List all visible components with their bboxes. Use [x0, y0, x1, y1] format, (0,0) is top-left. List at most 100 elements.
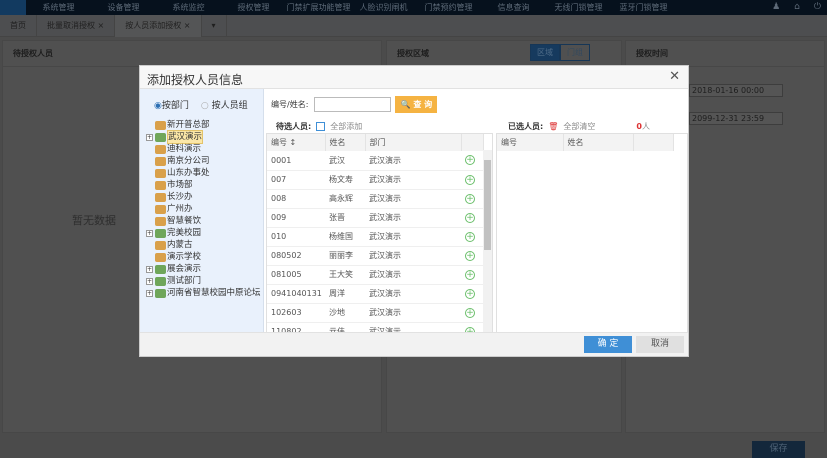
group-icon [155, 264, 166, 274]
candidate-table: 编号 ↕ 姓名 部门 0001 武汉 武汉演示 +007 杨文寿 武汉演示 +008 高永辉 武汉演… [266, 133, 493, 333]
table-row: 081005 王大笑 武汉演示 + [267, 265, 483, 285]
people-icon [155, 192, 166, 202]
table-scrollbar[interactable] [483, 150, 492, 333]
col-name: 姓名 [563, 134, 634, 151]
table-row: 008 高永辉 武汉演示 + [267, 189, 483, 209]
radio-by-group[interactable]: ○ 按人员组 [201, 98, 248, 119]
table-row: 080502 丽丽李 武汉演示 + [267, 246, 483, 266]
nav-item[interactable]: 无线门锁管理 [546, 2, 611, 13]
expand-icon[interactable]: + [146, 229, 153, 237]
seg-door-group[interactable]: 门组 [560, 44, 590, 61]
panel-title: 待授权人员 [3, 41, 381, 67]
tree-node[interactable]: 长沙办 [140, 191, 263, 203]
tree-node[interactable]: + 武汉演示 [140, 130, 263, 144]
add-all-icon[interactable] [316, 122, 326, 131]
confirm-button[interactable]: 确 定 [584, 336, 632, 353]
nav-item[interactable]: 信息查询 [481, 2, 546, 13]
tab-bar: 首页 批量取消授权 × 按人员添加授权 × ▾ [0, 14, 827, 37]
empty-text: 暂无数据 [72, 214, 116, 227]
tree-node[interactable]: 内蒙古 [140, 239, 263, 251]
expand-icon[interactable]: + [146, 133, 153, 141]
tab-batch-cancel[interactable]: 批量取消授权 × [37, 14, 116, 37]
expand-icon[interactable]: + [146, 277, 153, 285]
col-dept: 部门 [365, 134, 462, 151]
add-icon[interactable]: + [465, 155, 475, 166]
search-button[interactable]: 🔍 查 询 [395, 96, 438, 113]
selected-table: 编号 姓名 [496, 133, 688, 333]
add-icon[interactable]: + [465, 231, 475, 242]
tree-node[interactable]: + 河南省智慧校园中原论坛 [140, 287, 263, 299]
expand-icon[interactable]: + [146, 265, 153, 273]
people-icon [155, 144, 166, 154]
add-icon[interactable]: + [465, 250, 475, 261]
tree-node[interactable]: 市场部 [140, 179, 263, 191]
nav-item[interactable]: 门禁预约管理 [416, 2, 481, 13]
tree-node[interactable]: 迪科演示 [140, 143, 263, 155]
logo-icon [0, 0, 26, 15]
selected-header: 已选人员: 🗑 全部清空 0人 [508, 121, 650, 132]
candidates-header: 待选人员: 全部添加 [276, 121, 363, 132]
dialog-title-bar: 添加授权人员信息 ✕ [140, 66, 688, 89]
col-id[interactable]: 编号 ↕ [267, 134, 326, 151]
tree-node[interactable]: 智慧餐饮 [140, 215, 263, 227]
seg-area[interactable]: 区域 [530, 44, 560, 61]
table-row: 0941040131 周洋 武汉演示 + [267, 284, 483, 304]
tree-node[interactable]: 山东办事处 [140, 167, 263, 179]
people-icon [155, 240, 166, 250]
dept-tree: ◉按部门 ○ 按人员组 新开普总部 + 武汉演示 迪科演示 南京分公司 山东办事处 市场部长… [140, 89, 264, 334]
area-toggle: 区域 门组 [530, 44, 590, 61]
table-row: 102603 沙地 武汉演示 + [267, 303, 483, 323]
nav-item[interactable]: 门禁扩展功能管理 [286, 2, 351, 13]
tree-node[interactable]: + 测试部门 [140, 275, 263, 287]
add-person-dialog: 添加授权人员信息 ✕ ◉按部门 ○ 按人员组 新开普总部 + 武汉演示 迪科演示 南京分公… [139, 65, 689, 357]
dialog-footer: 确 定 取消 [140, 332, 688, 356]
people-icon [155, 252, 166, 262]
nav-item[interactable]: 系统管理 [26, 2, 91, 13]
cancel-button[interactable]: 取消 [636, 336, 684, 353]
add-icon[interactable]: + [465, 193, 475, 204]
add-icon[interactable]: + [465, 288, 475, 299]
nav-item[interactable]: 系统监控 [156, 2, 221, 13]
add-icon[interactable]: + [465, 174, 475, 185]
tab-dropdown[interactable]: ▾ [202, 14, 227, 37]
home-icon[interactable]: ⌂ [794, 2, 800, 12]
add-icon[interactable]: + [465, 307, 475, 318]
tree-node[interactable]: + 展会演示 [140, 263, 263, 275]
power-icon[interactable]: ⏻ [814, 2, 821, 12]
table-row: 0001 武汉 武汉演示 + [267, 151, 483, 171]
col-name: 姓名 [325, 134, 366, 151]
tree-node[interactable]: 南京分公司 [140, 155, 263, 167]
add-all-link[interactable]: 全部添加 [330, 121, 362, 132]
tree-node[interactable]: 演示学校 [140, 251, 263, 263]
tree-node[interactable]: + 完美校园 [140, 227, 263, 239]
group-icon [155, 288, 166, 298]
search-bar: 编号/姓名: 🔍 查 询 [271, 96, 438, 113]
nav-item[interactable]: 蓝牙门锁管理 [611, 2, 676, 13]
nav-item[interactable]: 授权管理 [221, 2, 286, 13]
radio-by-dept[interactable]: ◉按部门 [154, 98, 189, 119]
table-row: 007 杨文寿 武汉演示 + [267, 170, 483, 190]
search-input[interactable] [314, 97, 392, 112]
expand-icon[interactable]: + [146, 289, 153, 297]
nav-item[interactable]: 设备管理 [91, 2, 156, 13]
save-button[interactable]: 保存 [752, 441, 805, 458]
trash-icon[interactable]: 🗑 [548, 122, 558, 131]
people-icon [155, 120, 166, 130]
close-icon[interactable]: ✕ [669, 69, 680, 84]
user-icon[interactable]: ♟ [772, 2, 780, 12]
end-date-input[interactable]: 2099-12-31 23:59 [689, 112, 783, 125]
group-icon [155, 132, 166, 142]
add-icon[interactable]: + [465, 269, 475, 280]
table-row: 009 张晋 武汉演示 + [267, 208, 483, 228]
group-icon [155, 228, 166, 238]
tab-add-by-person[interactable]: 按人员添加授权 × [115, 14, 202, 37]
tab-home[interactable]: 首页 [0, 14, 37, 37]
top-nav: 系统管理 设备管理 系统监控 授权管理 门禁扩展功能管理 人脸识别闸机 门禁预约管理 信息查询… [0, 0, 827, 15]
clear-all-link[interactable]: 全部清空 [563, 121, 595, 132]
start-date-input[interactable]: 2018-01-16 00:00 [689, 84, 783, 97]
add-icon[interactable]: + [465, 212, 475, 223]
tree-node[interactable]: 广州办 [140, 203, 263, 215]
people-icon [155, 216, 166, 226]
nav-item[interactable]: 人脸识别闸机 [351, 2, 416, 13]
dialog-title: 添加授权人员信息 [147, 73, 244, 87]
